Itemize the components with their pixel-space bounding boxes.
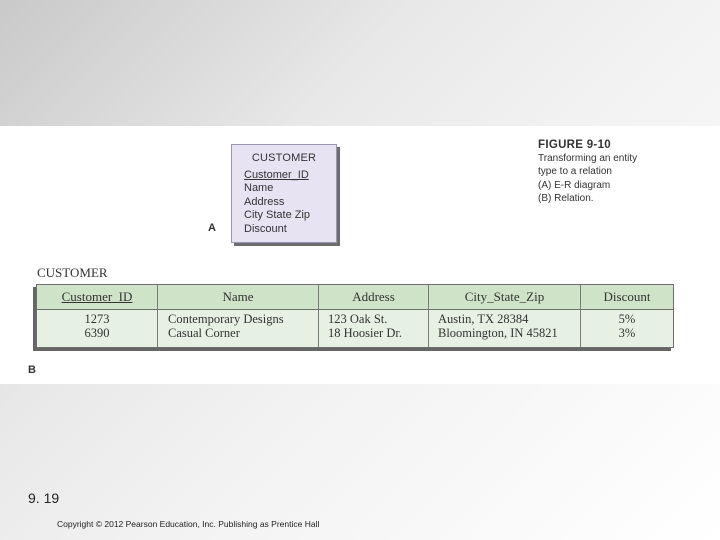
entity-title: CUSTOMER xyxy=(251,152,317,164)
column-header: Name xyxy=(222,289,254,304)
caption-line: (B) Relation. xyxy=(538,192,594,204)
column-header-primary-key: Customer_ID xyxy=(61,289,133,304)
table-cell: Austin, TX 28384 xyxy=(438,312,529,326)
entity-attribute-list: Customer_ID Name Address City State Zip … xyxy=(244,169,310,236)
table-cell: 5% xyxy=(618,312,636,326)
caption-title: FIGURE 9-10 xyxy=(538,139,611,151)
column-header: Discount xyxy=(603,289,651,304)
caption-line: (A) E-R diagram xyxy=(538,179,611,191)
slide-number: 9. 19 xyxy=(28,490,60,506)
panel-label-b: B xyxy=(28,364,36,376)
relation-table: Customer_ID Name Address City_State_Zip … xyxy=(36,284,674,348)
entity-attribute: Discount xyxy=(244,222,287,235)
er-entity-box: CUSTOMER Customer_ID Name Address City S… xyxy=(231,144,337,243)
column-header: City_State_Zip xyxy=(464,289,545,304)
table-cell: 18 Hoosier Dr. xyxy=(328,326,402,340)
entity-attribute-primary-key: Customer_ID xyxy=(244,169,309,181)
figure-caption: FIGURE 9-10 Transforming an entity type … xyxy=(538,139,708,205)
table-cell: 3% xyxy=(618,326,636,340)
table-cell: 6390 xyxy=(84,326,110,340)
table-cell: 123 Oak St. xyxy=(328,312,388,326)
table-cell: Bloomington, IN 45821 xyxy=(438,326,558,340)
table-cell: Contemporary Designs xyxy=(168,312,284,326)
table-cell: Casual Corner xyxy=(168,326,240,340)
table-cell: 1273 xyxy=(84,312,110,326)
entity-attribute: Address xyxy=(244,195,285,208)
caption-line: type to a relation xyxy=(538,166,612,178)
column-header: Address xyxy=(352,289,395,304)
entity-attribute: City State Zip xyxy=(244,209,311,222)
caption-line: Transforming an entity xyxy=(538,153,638,165)
entity-attribute: Name xyxy=(244,182,274,195)
panel-label-a: A xyxy=(208,222,216,234)
relation-name: CUSTOMER xyxy=(37,265,108,280)
copyright-notice: Copyright © 2012 Pearson Education, Inc.… xyxy=(57,519,320,529)
